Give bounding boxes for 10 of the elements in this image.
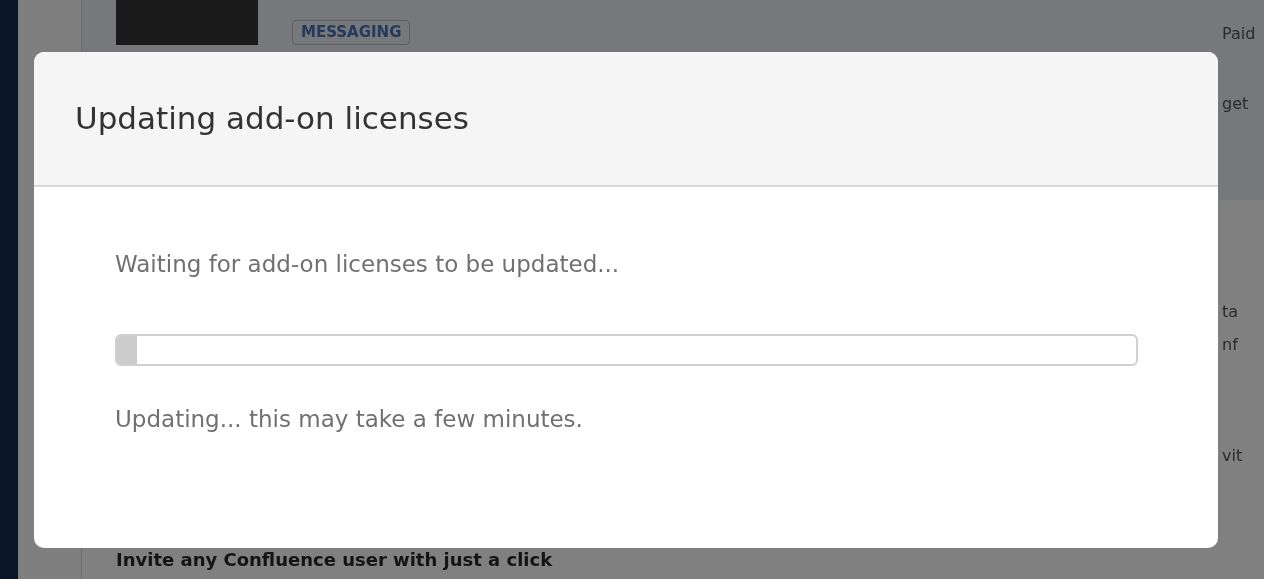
background-text: Paid	[1222, 23, 1256, 45]
background-text: get	[1222, 93, 1249, 115]
background-text: ta	[1222, 301, 1239, 323]
background-text: vit	[1222, 445, 1243, 467]
dialog-message: Waiting for add-on licenses to be updated...	[115, 250, 621, 279]
category-tag: MESSAGING	[292, 20, 411, 45]
status-text: Updating... this may take a few minutes.	[115, 404, 584, 434]
dialog-title: Updating add-on licenses	[75, 99, 469, 138]
background-text: nf	[1222, 334, 1238, 356]
feature-heading: Invite any Confluence user with just a click	[116, 548, 553, 572]
